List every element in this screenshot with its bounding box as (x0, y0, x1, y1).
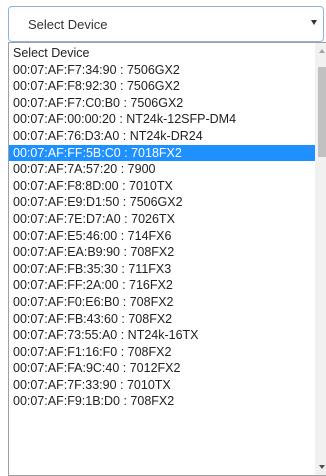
device-option[interactable]: 00:07:AF:7E:D7:A0 : 7026TX (9, 211, 315, 228)
device-option[interactable]: 00:07:AF:F8:92:30 : 7506GX2 (9, 78, 315, 95)
device-option[interactable]: 00:07:AF:FA:9C:40 : 7012FX2 (9, 360, 315, 377)
device-option[interactable]: 00:07:AF:F1:16:F0 : 708FX2 (9, 344, 315, 361)
device-option[interactable]: 00:07:AF:E5:46:00 : 714FX6 (9, 228, 315, 245)
triangle-down-icon[interactable] (311, 20, 317, 25)
device-option[interactable]: 00:07:AF:FB:43:60 : 708FX2 (9, 311, 315, 328)
device-option[interactable]: 00:07:AF:F8:8D:00 : 7010TX (9, 178, 315, 195)
device-option[interactable]: 00:07:AF:E9:D1:50 : 7506GX2 (9, 194, 315, 211)
device-option[interactable]: 00:07:AF:73:55:A0 : NT24k-16TX (9, 327, 315, 344)
device-option[interactable]: 00:07:AF:7A:57:20 : 7900 (9, 161, 315, 178)
device-option[interactable]: 00:07:AF:7F:33:90 : 7010TX (9, 377, 315, 394)
device-option[interactable]: 00:07:AF:F7:34:90 : 7506GX2 (9, 62, 315, 79)
device-options: Select Device 00:07:AF:F7:34:90 : 7506GX2… (9, 45, 315, 410)
device-select[interactable]: Select Device (8, 6, 324, 42)
device-dropdown-list[interactable]: Select Device 00:07:AF:F7:34:90 : 7506GX2… (8, 42, 326, 476)
device-option[interactable]: Select Device (9, 45, 315, 62)
device-option[interactable]: 00:07:AF:76:D3:A0 : NT24k-DR24 (9, 128, 315, 145)
device-select-value: Select Device (28, 17, 108, 32)
device-option-highlighted[interactable]: 00:07:AF:FF:5B:C0 : 7018FX2 (9, 144, 315, 162)
device-option[interactable]: 00:07:AF:FB:35:30 : 711FX3 (9, 261, 315, 278)
scrollbar-thumb[interactable] (318, 67, 326, 157)
scroll-down-arrow-icon[interactable] (319, 465, 325, 469)
dropdown-scrollbar[interactable] (315, 43, 326, 475)
device-option[interactable]: 00:07:AF:FF:2A:00 : 716FX2 (9, 277, 315, 294)
scroll-up-arrow-icon[interactable] (319, 49, 325, 53)
device-option[interactable]: 00:07:AF:00:00:20 : NT24k-12SFP-DM4 (9, 111, 315, 128)
device-option[interactable]: 00:07:AF:F0:E6:B0 : 708FX2 (9, 294, 315, 311)
device-option[interactable]: 00:07:AF:F9:1B:D0 : 708FX2 (9, 393, 315, 410)
device-option[interactable]: 00:07:AF:F7:C0:B0 : 7506GX2 (9, 95, 315, 112)
device-option[interactable]: 00:07:AF:EA:B9:90 : 708FX2 (9, 244, 315, 261)
